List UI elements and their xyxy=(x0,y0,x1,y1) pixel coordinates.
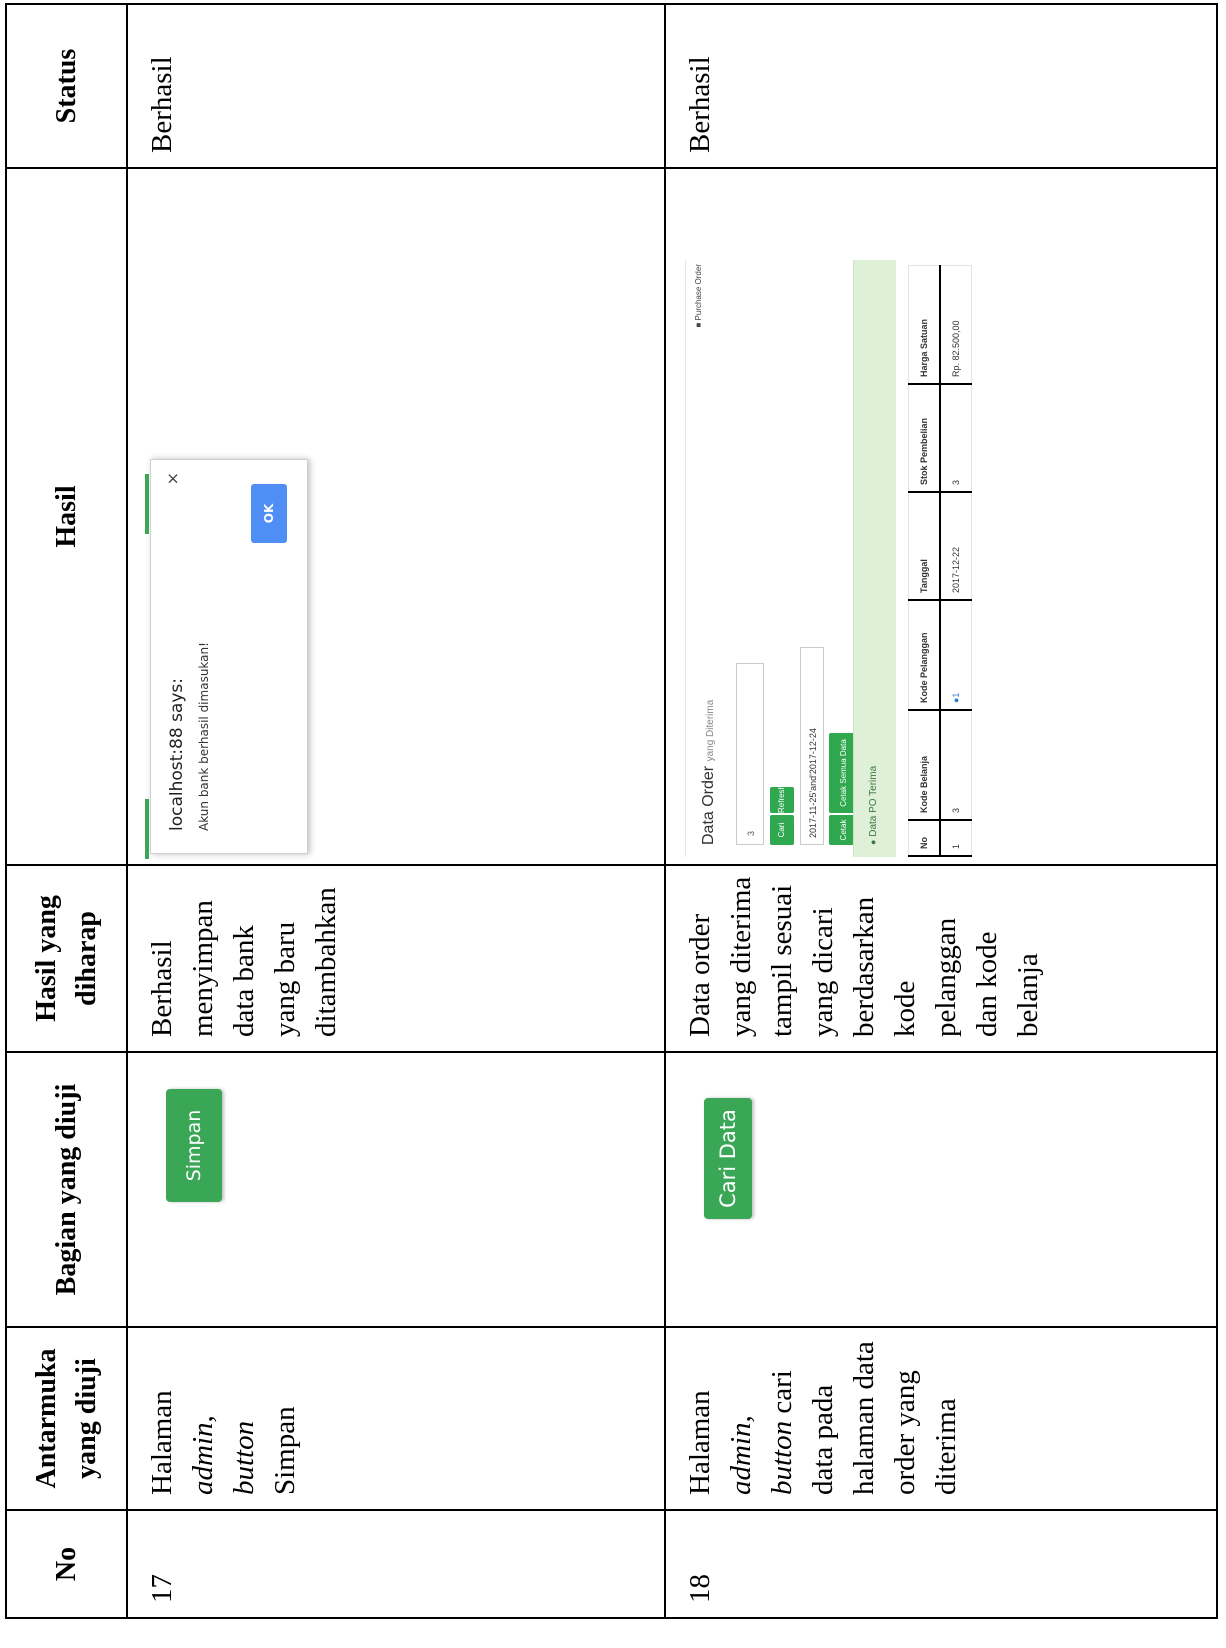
header-no: No xyxy=(6,1510,127,1618)
alert-dialog: localhost:88 says: Akun bank berhasil di… xyxy=(145,459,308,859)
breadcrumb[interactable]: ■ Purchase Order xyxy=(694,264,703,328)
antarmuka-text-italic: button xyxy=(766,1420,798,1495)
page-subtitle: yang Diterima xyxy=(705,699,716,762)
cari-data-small-button[interactable]: Cari Data xyxy=(770,815,810,845)
table-header-row: No Kode Belanja Kode Pelanggan Tanggal S… xyxy=(908,266,940,856)
user-icon: ● xyxy=(868,839,878,845)
section-header: ● Data PO Terima xyxy=(853,260,896,857)
row-no: 18 xyxy=(665,1510,1217,1618)
data-order-panel: Data Order yang Diterima ■ Purchase Orde… xyxy=(685,260,1111,857)
table-cell: 2017-12-22 xyxy=(940,492,972,600)
row-status: Berhasil xyxy=(665,4,1217,168)
table-row: 1 3 ●1 2017-12-22 3 Rp. 82.500,00 xyxy=(940,266,972,856)
header-antarmuka: Antarmuka yang diuji xyxy=(6,1327,127,1510)
row-hasil-screenshot: localhost:88 says: Akun bank berhasil di… xyxy=(127,168,665,865)
table-row: 18 Halaman admin, button cari data pada … xyxy=(665,4,1217,1618)
section-label: Data PO Terima xyxy=(868,765,879,837)
dialog-message: Akun bank berhasil dimasukan! xyxy=(197,642,211,831)
search-input[interactable]: 3 xyxy=(736,663,764,845)
table-cell: 3 xyxy=(940,384,972,492)
test-table: No Antarmuka yang diuji Bagian yang diuj… xyxy=(5,3,1218,1619)
po-table: No Kode Belanja Kode Pelanggan Tanggal S… xyxy=(908,266,972,858)
simpan-button[interactable]: Simpan xyxy=(166,1089,222,1202)
header-hasil: Hasil xyxy=(6,168,127,865)
row-bagian: Cari Data xyxy=(665,1052,1217,1327)
antarmuka-text-italic: admin, xyxy=(725,1415,757,1495)
date-range-input[interactable]: 2017-11-25'and'2017-12-24 xyxy=(800,647,824,845)
row-hasil-screenshot: Data Order yang Diterima ■ Purchase Orde… xyxy=(665,168,1217,865)
ok-button[interactable]: OK xyxy=(251,484,287,543)
header-bagian: Bagian yang diuji xyxy=(6,1052,127,1327)
table-row: 17 Halaman admin, button Simpan Simpan B… xyxy=(127,4,665,1618)
row-hasil-harap: Berhasil menyimpan data bank yang baru d… xyxy=(127,865,665,1052)
close-icon[interactable]: × xyxy=(163,472,182,485)
header-hasil-harap: Hasil yang diharap xyxy=(6,865,127,1052)
antarmuka-text: Halaman xyxy=(146,1390,178,1495)
antarmuka-text: Halaman xyxy=(684,1390,716,1495)
table-cell: 1 xyxy=(940,820,972,856)
antarmuka-text: Simpan xyxy=(269,1406,301,1495)
row-status: Berhasil xyxy=(127,4,665,168)
row-antarmuka: Halaman admin, button Simpan xyxy=(127,1327,665,1510)
header-status: Status xyxy=(6,4,127,168)
user-icon: ● xyxy=(951,697,961,703)
column-header: Kode Belanja xyxy=(908,710,940,820)
table-cell: Rp. 82.500,00 xyxy=(940,266,972,384)
cari-data-button[interactable]: Cari Data xyxy=(704,1098,752,1219)
table-cell[interactable]: ●1 xyxy=(940,600,972,710)
row-hasil-harap: Data order yang diterima tampil sesuai y… xyxy=(665,865,1217,1052)
antarmuka-text-italic: button xyxy=(228,1420,260,1495)
row-bagian: Simpan xyxy=(127,1052,665,1327)
row-no: 17 xyxy=(127,1510,665,1618)
dashboard-icon: ■ xyxy=(694,322,703,328)
column-header: Stok Pembelian xyxy=(908,384,940,492)
column-header: Harga Satuan xyxy=(908,266,940,384)
column-header: No xyxy=(908,820,940,856)
page-title: Data Order yang Diterima xyxy=(700,699,717,845)
rotated-page: No Antarmuka yang diuji Bagian yang diuj… xyxy=(0,0,1226,1648)
row-antarmuka: Halaman admin, button cari data pada hal… xyxy=(665,1327,1217,1510)
refresh-button[interactable]: Refresh xyxy=(770,785,794,813)
antarmuka-text-italic: admin, xyxy=(187,1415,219,1495)
dialog-title: localhost:88 says: xyxy=(167,678,187,831)
column-header: Tanggal xyxy=(908,492,940,600)
table-cell: 3 xyxy=(940,710,972,820)
column-header: Kode Pelanggan xyxy=(908,600,940,710)
